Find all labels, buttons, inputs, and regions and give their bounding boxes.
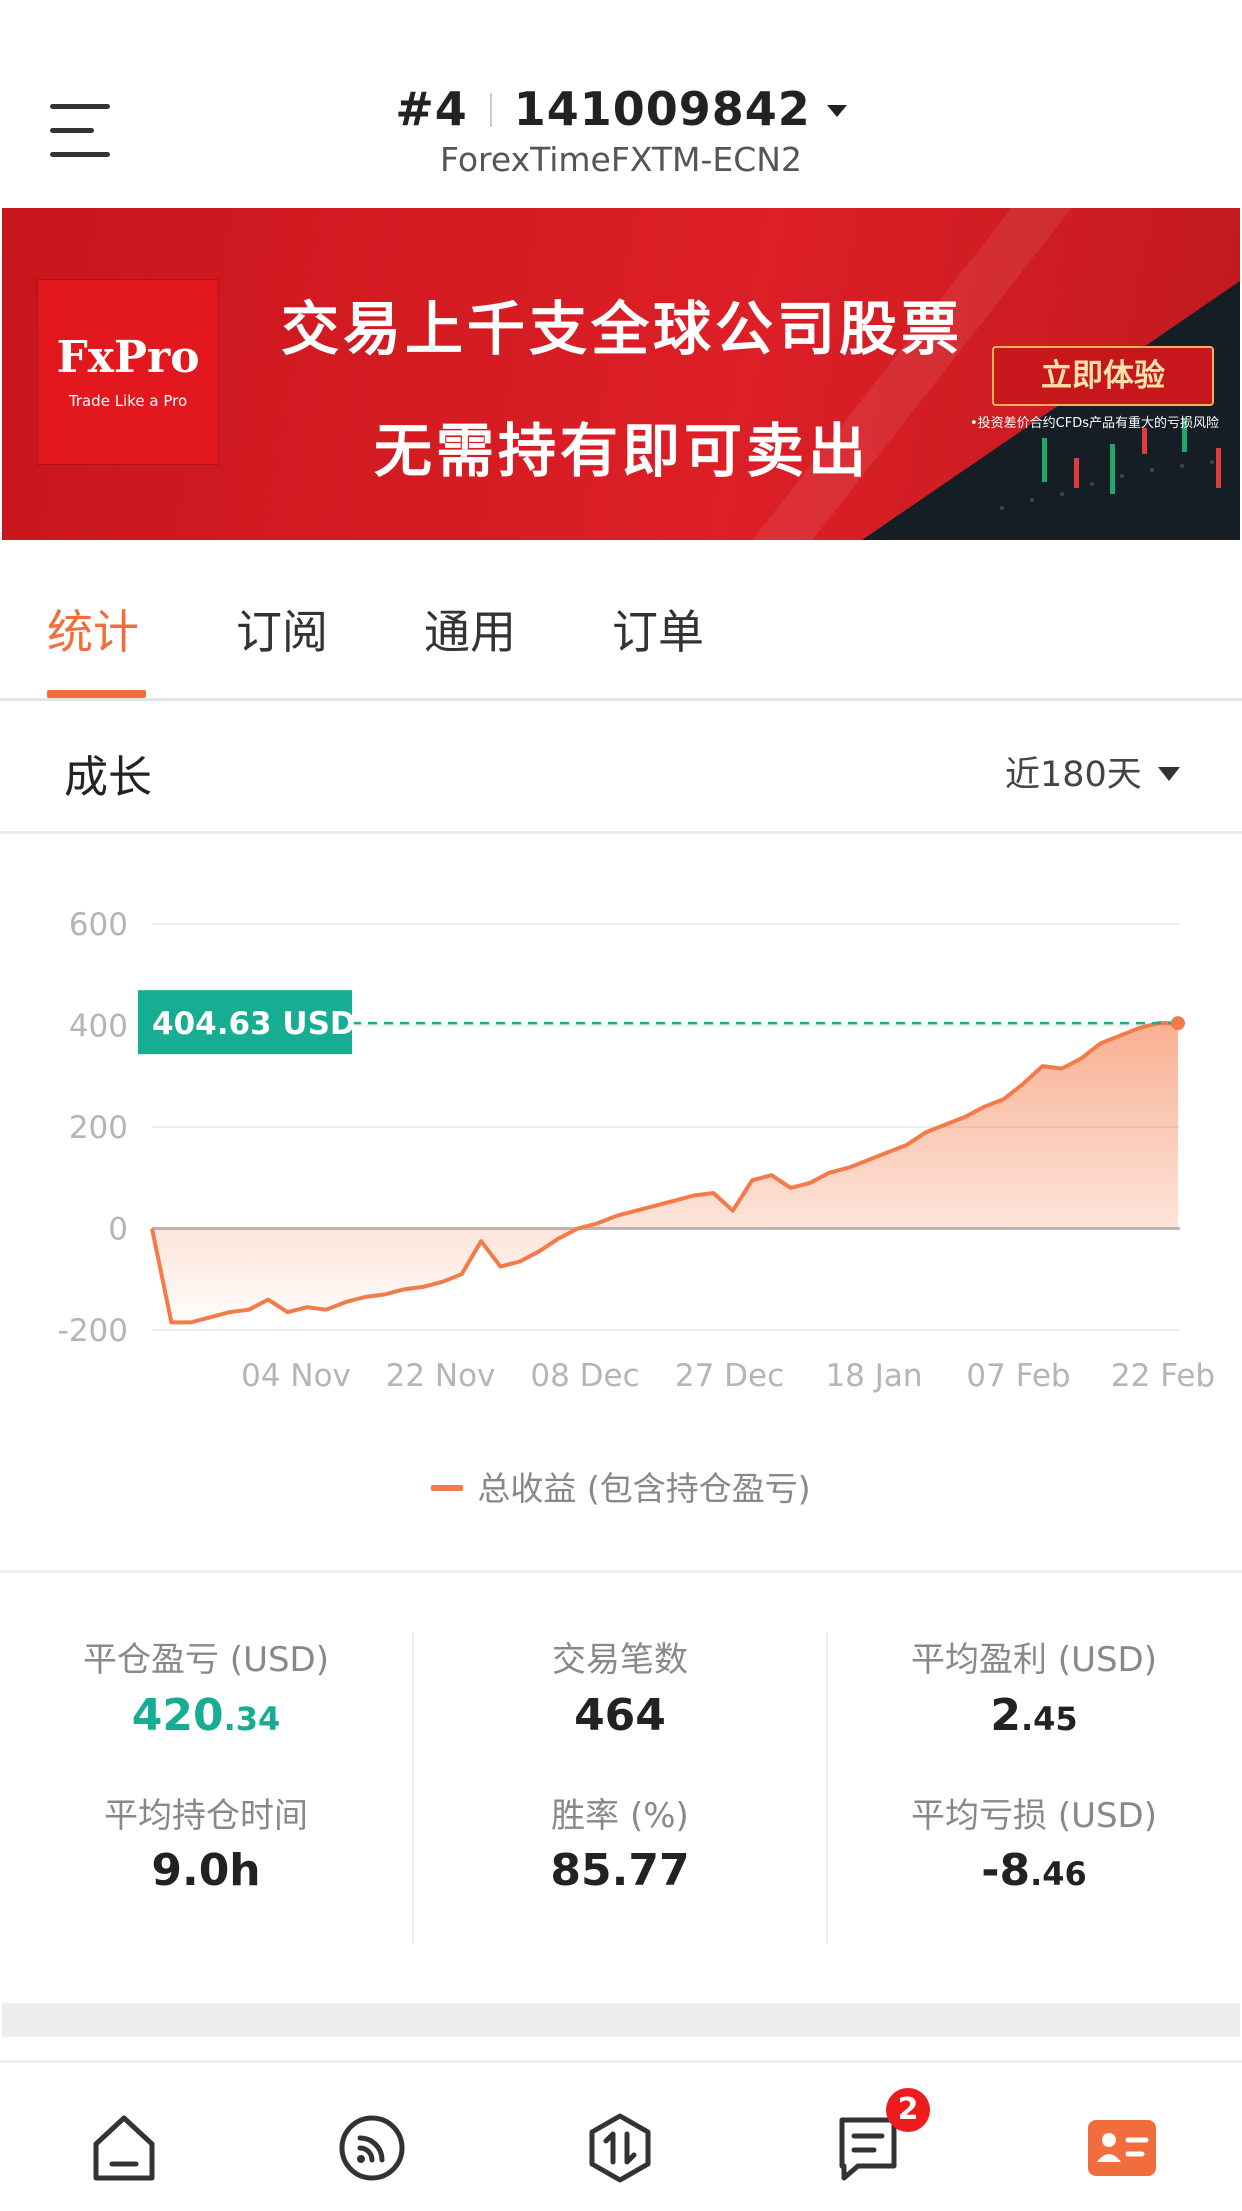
banner-cta-button[interactable]: 立即体验 (992, 346, 1214, 406)
tab-orders[interactable]: 订单 (612, 596, 704, 662)
logo-brand: FxPro (56, 332, 200, 383)
x-tick-label: 22 Feb (1111, 1358, 1215, 1394)
avg-loss-value: -8.46 (981, 1845, 1087, 1896)
avg-hold-value: 9.0h (151, 1845, 261, 1896)
account-selector[interactable]: #4 141009842 (0, 82, 1242, 136)
fxpro-logo: FxPro Trade Like a Pro (38, 280, 218, 464)
trade-icon[interactable] (580, 2108, 660, 2188)
tab-statistics[interactable]: 统计 (47, 596, 139, 662)
section-separator (2, 2003, 1240, 2037)
server-name: ForexTimeFXTM-ECN2 (440, 140, 802, 179)
legend-label: 总收益 (包含持仓盈亏) (477, 1469, 811, 1508)
closed-pl-label: 平仓盈亏 (USD) (83, 1640, 329, 1680)
y-tick-label: -200 (58, 1313, 128, 1349)
x-tick-label: 08 Dec (530, 1358, 639, 1394)
y-tick-label: 200 (69, 1110, 128, 1146)
trades-label: 交易笔数 (552, 1640, 688, 1680)
chart-legend: 总收益 (包含持仓盈亏) (0, 1462, 1242, 1510)
banner-headline-1: 交易上千支全球公司股票 (280, 295, 963, 363)
period-label: 近180天 (1005, 755, 1142, 795)
series-area (152, 1023, 1178, 1323)
avg-profit-label: 平均盈利 (USD) (911, 1640, 1157, 1680)
legend-swatch (431, 1485, 464, 1491)
tab-general[interactable]: 通用 (424, 596, 516, 662)
section-title: 成长 (64, 752, 152, 803)
active-tab-indicator (47, 690, 146, 698)
logo-tagline: Trade Like a Pro (68, 392, 188, 410)
tab-bar: 统计 订阅 通用 订单 (0, 540, 1242, 701)
x-tick-label: 04 Nov (241, 1358, 351, 1394)
x-tick-label: 18 Jan (825, 1358, 922, 1394)
tab-subscribe[interactable]: 订阅 (236, 596, 328, 662)
x-tick-label: 27 Dec (675, 1358, 784, 1394)
avg-profit-value: 2.45 (990, 1690, 1078, 1741)
period-selector[interactable]: 近180天 (1005, 746, 1180, 797)
x-tick-label: 22 Nov (386, 1358, 496, 1394)
x-tick-label: 07 Feb (966, 1358, 1070, 1394)
caret-down-icon (826, 105, 847, 117)
signal-icon[interactable] (332, 2108, 412, 2188)
trades-value: 464 (574, 1690, 666, 1741)
closed-pl-value: 420.34 (131, 1690, 281, 1741)
y-tick-label: 400 (69, 1009, 128, 1045)
home-icon[interactable] (84, 2108, 164, 2188)
account-index: #4 (395, 82, 468, 136)
growth-chart: 600 400 200 0 -200 04 Nov 22 Nov 08 Dec 27 Dec 1… (58, 907, 1215, 1394)
profile-card-icon[interactable] (1082, 2108, 1162, 2188)
messages-badge: 2 (886, 2088, 930, 2132)
account-number: 141009842 (513, 82, 811, 136)
win-rate-value: 85.77 (550, 1845, 690, 1896)
banner-headline-2: 无需持有即可卖出 (373, 417, 870, 485)
caret-down-icon (1157, 767, 1180, 781)
win-rate-label: 胜率 (%) (551, 1796, 689, 1836)
y-tick-label: 0 (108, 1212, 128, 1248)
avg-hold-label: 平均持仓时间 (104, 1796, 308, 1836)
avg-loss-label: 平均亏损 (USD) (911, 1796, 1157, 1836)
y-tick-label: 600 (69, 907, 128, 943)
separator (489, 93, 492, 127)
banner-risk-note: •投资差价合约CFDs产品有重大的亏损风险 (970, 416, 1220, 431)
ad-banner[interactable]: FxPro Trade Like a Pro 交易上千支全球公司股票 无需持有即… (2, 208, 1240, 540)
last-point-marker (1171, 1016, 1185, 1031)
current-value-label: 404.63 USD (152, 1006, 356, 1042)
